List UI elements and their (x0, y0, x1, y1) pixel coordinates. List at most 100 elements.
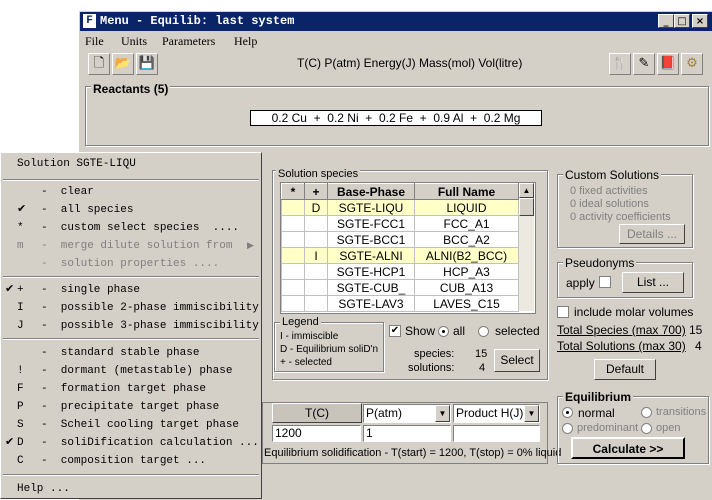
open-radio[interactable] (641, 423, 652, 434)
legend-solidification: D - Equilibrium soliD'n (280, 344, 379, 355)
show-all-radio[interactable] (438, 326, 449, 337)
cell-full-name: HCP_A3 (414, 263, 519, 280)
menu-item-2-phase[interactable]: I- possible 2-phase immiscibility (1, 299, 261, 317)
col-p-dropdown[interactable]: P(atm) ▼ (363, 404, 451, 423)
new-file-icon[interactable]: 🗋 (88, 53, 110, 75)
h-value-input[interactable] (453, 425, 540, 442)
menu-item-custom-select[interactable]: * - custom select species .... (1, 219, 261, 237)
select-button[interactable]: Select (494, 349, 540, 372)
fork-knife-icon[interactable]: 🍴 (609, 53, 631, 75)
cell-plus: I (304, 247, 328, 264)
cell-plus (304, 215, 328, 232)
menu-units[interactable]: Units (121, 34, 147, 49)
show-label: Show (405, 324, 436, 338)
menu-item-precipitate-target[interactable]: P- precipitate target phase (1, 398, 261, 416)
scroll-thumb[interactable] (519, 198, 534, 216)
predominant-label: predominant (577, 422, 639, 434)
total-species-label: Total Species (max 700) (557, 323, 686, 337)
table-row[interactable]: SGTE-FCC1 FCC_A1 (281, 215, 519, 232)
total-solutions-label: Total Solutions (max 30) (557, 339, 686, 353)
col-header-plus[interactable]: + (304, 183, 328, 200)
total-solutions-value: 4 (695, 339, 702, 353)
app-icon[interactable]: F (83, 14, 96, 28)
menu-separator (3, 474, 259, 476)
menu-file[interactable]: File (85, 34, 104, 49)
table-row[interactable]: SGTE-CUB_ CUB_A13 (281, 279, 519, 296)
col-h-dropdown[interactable]: Product H(J) ▼ (453, 404, 540, 423)
cell-base-phase: SGTE-ALNI (327, 247, 415, 264)
menu-item-standard-stable[interactable]: - standard stable phase (1, 344, 261, 362)
col-header-star[interactable]: * (281, 183, 305, 200)
status-text: Equilibrium solidification - T(start) = … (264, 447, 562, 459)
table-scrollbar[interactable]: ▲ (519, 183, 534, 311)
menu-item-all-species[interactable]: ✔ - all species (1, 201, 261, 219)
cell-star (281, 199, 305, 216)
cell-full-name: ALNI(B2_BCC) (414, 247, 519, 264)
chevron-down-icon[interactable]: ▼ (435, 405, 450, 422)
reactants-formula[interactable]: 0.2 Cu + 0.2 Ni + 0.2 Fe + 0.9 Al + 0.2 … (250, 110, 542, 126)
cell-full-name: LIQUID (414, 199, 519, 216)
col-header-base-phase[interactable]: Base-Phase (327, 183, 415, 200)
cell-star (281, 247, 305, 264)
species-count-label: species: (414, 348, 455, 360)
menu-parameters[interactable]: Parameters (162, 34, 215, 49)
menu-title: Solution SGTE-LIQU (17, 158, 136, 170)
custom-solutions-label: Custom Solutions (563, 168, 662, 182)
chevron-down-icon[interactable]: ▼ (524, 405, 539, 422)
solutions-count-value: 4 (479, 362, 486, 374)
transitions-label: transitions (656, 406, 707, 418)
title-bar[interactable]: F Menu - Equilib: last system _ □ × (80, 12, 712, 31)
scroll-up-icon[interactable]: ▲ (519, 183, 534, 198)
menu-separator (3, 276, 259, 278)
table-row[interactable]: I SGTE-ALNI ALNI(B2_BCC) (281, 247, 519, 264)
menu-item-formation-target[interactable]: F- formation target phase (1, 380, 261, 398)
close-button[interactable]: × (692, 14, 708, 28)
table-row[interactable]: SGTE-BCC1 BCC_A2 (281, 231, 519, 248)
col-h-label: Product H(J) (456, 406, 524, 420)
cell-base-phase: SGTE-HCP1 (327, 263, 415, 280)
table-row[interactable]: D SGTE-LIQU LIQUID (281, 199, 519, 216)
predominant-radio[interactable] (562, 423, 573, 434)
menu-item-merge-dilute[interactable]: m- merge dilute solution from ▶ (1, 237, 261, 255)
settings-figure-icon[interactable]: ⚙ (681, 53, 703, 75)
show-selected-radio[interactable] (478, 326, 489, 337)
open-folder-icon[interactable]: 📂 (112, 53, 134, 75)
total-species-value: 15 (689, 323, 703, 337)
menu-item-help[interactable]: Help ... (1, 480, 261, 498)
show-checkbox[interactable]: ✔ (389, 325, 401, 337)
col-t-header[interactable]: T(C) (272, 403, 362, 423)
menu-item-3-phase[interactable]: J- possible 3-phase immiscibility (1, 317, 261, 335)
menu-item-single-phase[interactable]: ✔ + - single phase (1, 281, 261, 299)
book-icon[interactable]: 📕 (657, 53, 679, 75)
pseudonyms-apply-checkbox[interactable] (599, 276, 611, 288)
menu-item-dormant[interactable]: ! - dormant (metastable) phase (1, 362, 261, 380)
menu-help[interactable]: Help (234, 34, 257, 49)
pseudonyms-list-button[interactable]: List ... (622, 272, 684, 293)
maximize-button[interactable]: □ (674, 14, 690, 28)
transitions-radio[interactable] (641, 407, 652, 418)
menu-item-solution-properties[interactable]: - solution properties .... (1, 255, 261, 273)
cell-star (281, 263, 305, 280)
p-value-input[interactable]: 1 (363, 425, 451, 442)
equilibrium-label: Equilibrium (563, 390, 633, 404)
table-row[interactable]: SGTE-LAV3 LAVES_C15 (281, 295, 519, 312)
cell-plus (304, 263, 328, 280)
menu-item-composition-target[interactable]: C- composition target ... (1, 452, 261, 470)
activity-coefficients-text: 0 activity coefficients (570, 211, 671, 223)
normal-radio[interactable] (562, 407, 573, 418)
save-disk-icon[interactable]: 💾 (136, 53, 158, 75)
menu-item-scheil-cooling[interactable]: S- Scheil cooling target phase (1, 416, 261, 434)
t-value-input[interactable]: 1200 (272, 425, 361, 442)
table-row[interactable]: SGTE-HCP1 HCP_A3 (281, 263, 519, 280)
col-header-full-name[interactable]: Full Name (414, 183, 519, 200)
molar-volumes-checkbox[interactable] (557, 306, 569, 318)
calculate-button[interactable]: Calculate >> (571, 437, 685, 459)
solutions-count-label: solutions: (408, 362, 455, 374)
menu-item-solidification[interactable]: ✔ D - soliDification calculation ... (1, 434, 261, 452)
menu-item-clear[interactable]: - clear (1, 183, 261, 201)
edit-list-icon[interactable]: ✎ (633, 53, 655, 75)
details-button[interactable]: Details ... (619, 224, 685, 244)
default-button[interactable]: Default (594, 359, 656, 380)
cell-plus (304, 279, 328, 296)
minimize-button[interactable]: _ (658, 14, 674, 28)
